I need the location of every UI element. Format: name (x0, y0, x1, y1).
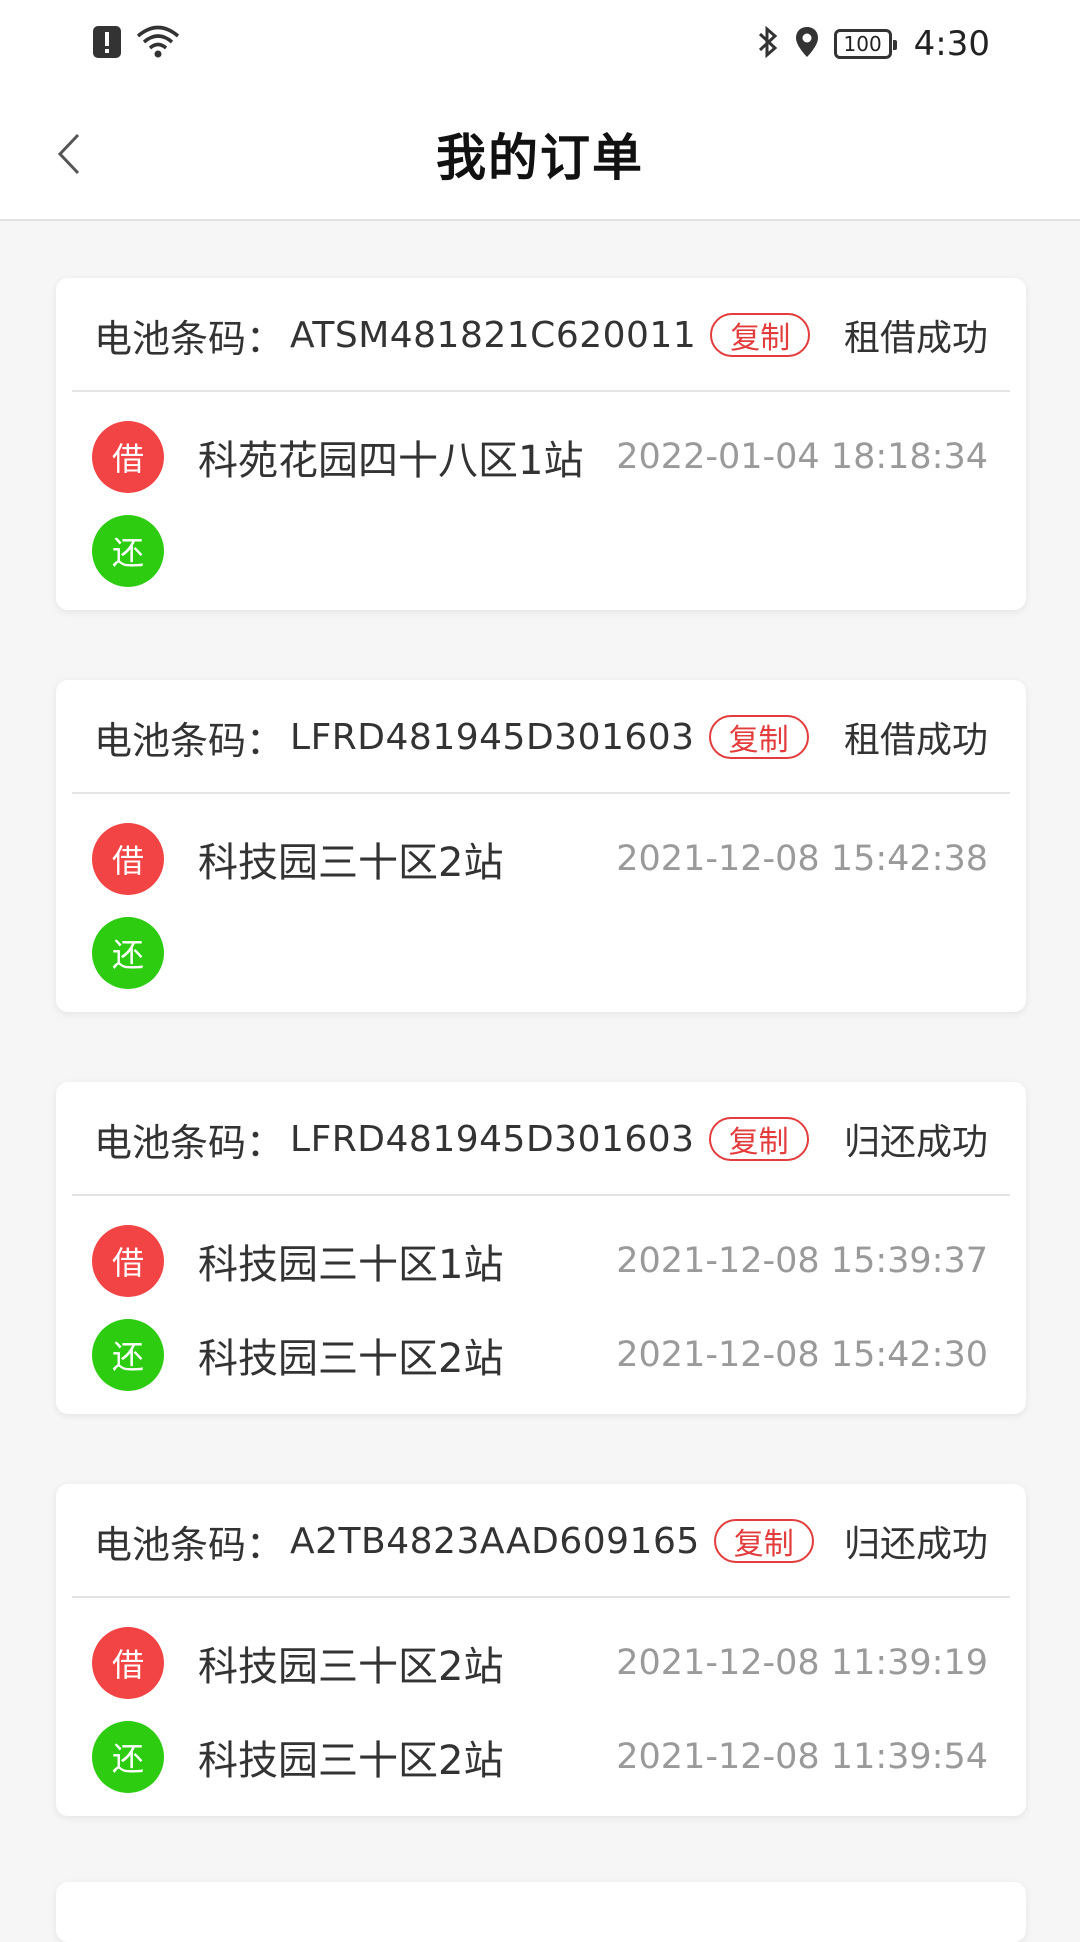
wifi-icon (136, 25, 180, 63)
barcode-label: 电池条码： (94, 316, 285, 361)
return-badge: 还 (92, 917, 164, 989)
order-card-header: 电池条码： ATSM481821C620011 复制 租借成功 (56, 278, 1026, 392)
borrow-station: 科技园三十区2站 (198, 1644, 504, 1690)
borrow-station: 科技园三十区1站 (198, 1242, 504, 1288)
borrow-time: 2021-12-08 11:39:19 (616, 1643, 988, 1683)
clock: 4:30 (913, 24, 990, 64)
barcode-value: LFRD481945D301603 (290, 716, 695, 758)
return-row: 还 (92, 504, 988, 598)
order-status: 租借成功 (843, 720, 988, 761)
barcode-label: 电池条码： (94, 1522, 285, 1567)
borrow-row: 借 科苑花园四十八区1站 2022-01-04 18:18:34 (92, 410, 988, 504)
page-title: 我的订单 (436, 128, 644, 187)
order-card-partial[interactable] (56, 1882, 1026, 1942)
borrow-badge: 借 (92, 1225, 164, 1297)
status-bar: 100 4:30 (0, 0, 1080, 88)
app-header: 我的订单 (0, 88, 1080, 221)
barcode-value: LFRD481945D301603 (290, 1118, 695, 1160)
order-card[interactable]: 电池条码： A2TB4823AAD609165 复制 归还成功 借 科技园三十区… (56, 1484, 1026, 1816)
return-station: 科技园三十区2站 (198, 1336, 504, 1382)
order-card[interactable]: 电池条码： ATSM481821C620011 复制 租借成功 借 科苑花园四十… (56, 278, 1026, 610)
order-card[interactable]: 电池条码： LFRD481945D301603 复制 归还成功 借 科技园三十区… (56, 1082, 1026, 1414)
location-icon (794, 25, 820, 63)
borrow-row: 借 科技园三十区2站 2021-12-08 11:39:19 (92, 1616, 988, 1710)
barcode-label: 电池条码： (94, 718, 285, 763)
return-row: 还 科技园三十区2站 2021-12-08 15:42:30 (92, 1308, 988, 1402)
borrow-badge: 借 (92, 421, 164, 493)
status-bar-left (92, 25, 180, 63)
return-time: 2021-12-08 11:39:54 (616, 1737, 988, 1777)
barcode-value: A2TB4823AAD609165 (290, 1520, 700, 1562)
order-status: 归还成功 (843, 1524, 988, 1565)
order-list[interactable]: 电池条码： ATSM481821C620011 复制 租借成功 借 科苑花园四十… (56, 278, 1026, 1886)
status-bar-right: 100 4:30 (756, 24, 990, 64)
order-rows: 借 科技园三十区2站 2021-12-08 15:42:38 还 (56, 794, 1026, 1000)
return-badge: 还 (92, 1319, 164, 1391)
battery-level: 100 (843, 32, 882, 56)
back-button[interactable] (44, 128, 92, 184)
copy-button[interactable]: 复制 (710, 313, 811, 357)
borrow-station: 科技园三十区2站 (198, 840, 504, 886)
return-time: 2021-12-08 15:42:30 (616, 1335, 988, 1375)
alert-icon (92, 25, 122, 63)
borrow-row: 借 科技园三十区2站 2021-12-08 15:42:38 (92, 812, 988, 906)
borrow-time: 2021-12-08 15:39:37 (616, 1241, 988, 1281)
borrow-station: 科苑花园四十八区1站 (198, 438, 584, 484)
order-card[interactable]: 电池条码： LFRD481945D301603 复制 租借成功 借 科技园三十区… (56, 680, 1026, 1012)
borrow-badge: 借 (92, 1627, 164, 1699)
return-row: 还 科技园三十区2站 2021-12-08 11:39:54 (92, 1710, 988, 1804)
battery-icon: 100 (833, 29, 897, 59)
return-badge: 还 (92, 1721, 164, 1793)
order-status: 归还成功 (843, 1122, 988, 1163)
copy-button[interactable]: 复制 (708, 715, 809, 759)
return-badge: 还 (92, 515, 164, 587)
bluetooth-icon (756, 25, 780, 63)
order-rows: 借 科技园三十区1站 2021-12-08 15:39:37 还 科技园三十区2… (56, 1196, 1026, 1402)
borrow-time: 2022-01-04 18:18:34 (616, 437, 988, 477)
order-card-header: 电池条码： LFRD481945D301603 复制 归还成功 (56, 1082, 1026, 1196)
order-card-header: 电池条码： LFRD481945D301603 复制 租借成功 (56, 680, 1026, 794)
borrow-row: 借 科技园三十区1站 2021-12-08 15:39:37 (92, 1214, 988, 1308)
return-station: 科技园三十区2站 (198, 1738, 504, 1784)
order-rows: 借 科苑花园四十八区1站 2022-01-04 18:18:34 还 (56, 392, 1026, 598)
copy-button[interactable]: 复制 (713, 1519, 814, 1563)
chevron-left-icon (54, 131, 82, 181)
borrow-badge: 借 (92, 823, 164, 895)
borrow-time: 2021-12-08 15:42:38 (616, 839, 988, 879)
order-card-header: 电池条码： A2TB4823AAD609165 复制 归还成功 (56, 1484, 1026, 1598)
copy-button[interactable]: 复制 (708, 1117, 809, 1161)
order-rows: 借 科技园三十区2站 2021-12-08 11:39:19 还 科技园三十区2… (56, 1598, 1026, 1804)
return-row: 还 (92, 906, 988, 1000)
barcode-value: ATSM481821C620011 (290, 314, 697, 356)
barcode-label: 电池条码： (94, 1120, 285, 1165)
order-status: 租借成功 (843, 318, 988, 359)
